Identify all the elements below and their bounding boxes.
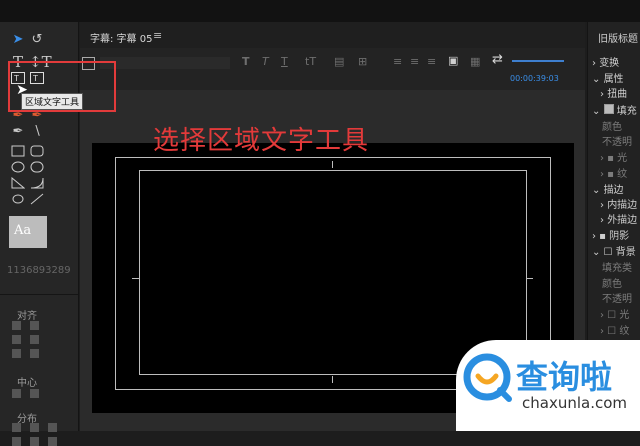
center-mark-bottom xyxy=(332,376,333,383)
background-fill-type: 填充类 xyxy=(602,263,632,274)
section-stroke[interactable]: ⌄ 描边 xyxy=(592,181,624,196)
selection-tool-icon[interactable]: ➤ xyxy=(10,32,26,48)
center-mark-top xyxy=(332,161,333,168)
divider xyxy=(0,294,78,295)
background-color: 颜色 xyxy=(602,279,622,290)
title-toolbar: T T T tT ▤ ⊞ ≡ ≡ ≡ ▣ ▦ ⇄ 00:00:39:03 xyxy=(80,48,585,91)
section-transform[interactable]: › 变换 xyxy=(592,54,619,69)
arc-tool-icon[interactable] xyxy=(29,177,45,193)
delete-anchor-tool-icon[interactable]: ✒ xyxy=(10,124,26,140)
rotation-tool-icon[interactable]: ↺ xyxy=(29,32,45,48)
underline-icon[interactable]: T xyxy=(281,55,288,68)
center-vertical-icon[interactable] xyxy=(30,389,39,398)
convert-anchor-tool-icon[interactable]: ∖ xyxy=(29,124,45,140)
background-opacity: 不透明 xyxy=(602,294,632,305)
section-background[interactable]: ⌄ ☐ 背景 xyxy=(592,243,636,258)
ellipse-tool-icon[interactable] xyxy=(10,161,26,177)
watermark-brand: 查询啦 xyxy=(516,358,613,396)
watermark: 查询啦 chaxunla.com xyxy=(456,340,640,431)
center-horizontal-icon[interactable] xyxy=(12,389,21,398)
wedge-tool-icon[interactable] xyxy=(10,176,26,193)
show-video-icon[interactable]: ▦ xyxy=(470,55,480,68)
title-safe-margin xyxy=(139,170,527,375)
section-properties[interactable]: ⌄ 属性 xyxy=(592,70,624,85)
playhead-bar[interactable] xyxy=(512,60,564,62)
font-family-select[interactable] xyxy=(100,57,230,69)
inner-stroke[interactable]: › 内描边 xyxy=(600,196,637,211)
fill-checkbox[interactable] xyxy=(603,104,614,114)
align-bottom-icon[interactable] xyxy=(30,349,39,358)
fill-texture[interactable]: › ▪ 纹 xyxy=(600,165,627,180)
align-text-center-icon[interactable]: ≡ xyxy=(410,55,419,68)
style-sample-text: Aa xyxy=(14,223,32,238)
distribute-bottom-icon[interactable] xyxy=(48,437,57,446)
style-id: 1136893289 xyxy=(7,265,71,276)
background-texture[interactable]: › ☐ 纹 xyxy=(600,322,629,337)
panel-menu-icon[interactable]: ≡ xyxy=(153,29,162,42)
background-sheen[interactable]: › ☐ 光 xyxy=(600,306,629,321)
italic-icon[interactable]: T xyxy=(262,55,269,68)
title-tab-bar: 字幕: 字幕 05 ≡ xyxy=(80,22,585,48)
title-tab[interactable]: 字幕: 字幕 05 xyxy=(90,30,152,45)
outer-stroke[interactable]: › 外描边 xyxy=(600,211,637,226)
template-icon[interactable]: ⊞ xyxy=(358,55,367,68)
align-text-left-icon[interactable]: ≡ xyxy=(393,55,402,68)
align-right-icon[interactable] xyxy=(12,349,21,358)
watermark-url: chaxunla.com xyxy=(522,394,627,412)
bold-icon[interactable]: T xyxy=(242,55,250,68)
rounded-rectangle-tool-icon[interactable] xyxy=(29,145,45,161)
style-swatch[interactable]: Aa xyxy=(9,216,47,248)
section-distort[interactable]: › 扭曲 xyxy=(600,85,627,100)
center-mark-right xyxy=(526,278,533,279)
fill-color-label: 颜色 xyxy=(602,122,622,133)
fill-opacity-label: 不透明 xyxy=(602,137,632,148)
magnifier-logo-icon xyxy=(463,353,512,402)
timecode[interactable]: 00:00:39:03 xyxy=(510,74,559,83)
section-fill[interactable]: ⌄ 填充 xyxy=(592,102,637,117)
align-left-icon[interactable] xyxy=(12,321,21,330)
center-section-label: 中心 xyxy=(17,378,37,389)
align-text-right-icon[interactable]: ≡ xyxy=(427,55,436,68)
small-ellipse-tool-icon[interactable] xyxy=(10,193,26,209)
align-center-v-icon[interactable] xyxy=(30,335,39,344)
roll-crawl-icon[interactable]: ▣ xyxy=(448,54,458,67)
tab-stops-icon[interactable]: ▤ xyxy=(334,55,344,68)
align-center-h-icon[interactable] xyxy=(12,335,21,344)
line-tool-icon[interactable] xyxy=(29,193,45,209)
sync-icon[interactable]: ⇄ xyxy=(492,52,503,67)
top-bar xyxy=(0,0,640,22)
tool-tooltip: 区域文字工具 xyxy=(21,93,84,110)
align-section-label: 对齐 xyxy=(17,311,37,322)
distribute-middle-icon[interactable] xyxy=(30,437,39,446)
align-top-icon[interactable] xyxy=(30,321,39,330)
fill-sheen[interactable]: › ▪ 光 xyxy=(600,149,627,164)
center-mark-left xyxy=(132,278,139,279)
distribute-top-icon[interactable] xyxy=(12,437,21,446)
section-shadow[interactable]: › ▪ 阴影 xyxy=(592,227,629,242)
annotation-text: 选择区域文字工具 xyxy=(153,126,370,156)
kerning-icon[interactable]: tT xyxy=(305,55,316,68)
rectangle-tool-icon[interactable] xyxy=(10,145,26,161)
clipped-rectangle-tool-icon[interactable] xyxy=(29,161,45,177)
panel-title: 旧版标题 xyxy=(598,34,638,45)
